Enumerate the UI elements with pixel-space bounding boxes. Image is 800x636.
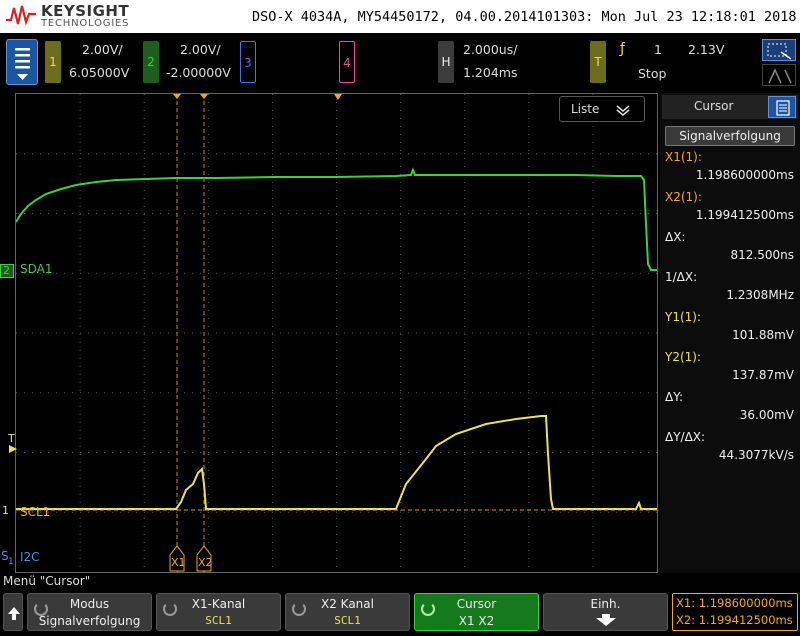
softkey-cursor[interactable]: Cursor X1 X2	[414, 593, 539, 631]
cursor-row-value: 1.199412500ms	[695, 208, 794, 222]
cursor-row-value: 36.00mV	[739, 408, 794, 422]
acquisition-status: Stop	[638, 66, 667, 81]
trigger-level-arrow-icon	[9, 445, 17, 453]
channel-2-number: 2	[147, 55, 155, 69]
arrow-down-icon	[596, 614, 616, 626]
channel-1-scale: 2.00V/	[82, 42, 123, 57]
arrow-up-icon	[8, 607, 20, 620]
draw-tool-icon[interactable]	[762, 64, 796, 86]
channel-3-button[interactable]: 3	[240, 41, 256, 83]
cursor-panel-title: Cursor	[694, 99, 734, 113]
trigger-button[interactable]: T	[590, 41, 606, 83]
trigger-level-marker[interactable]: T	[5, 432, 17, 454]
keysight-logo-icon	[6, 5, 36, 26]
trigger-position-marker	[334, 94, 342, 100]
softkey-cursor-label: Cursor	[456, 597, 497, 611]
softkey-x1-channel[interactable]: X1-Kanal SCL1	[156, 593, 281, 631]
title-bar: KEYSIGHT TECHNOLOGIES DSO-X 4034A, MY544…	[0, 0, 800, 33]
cursor-panel: Cursor Signalverfolgung X1(1): 1.19860000…	[660, 93, 800, 573]
menu-icon	[15, 48, 30, 80]
zoom-box-icon[interactable]	[762, 39, 796, 61]
instrument-title: DSO-X 4034A, MY54450172, 04.00.201410130…	[252, 9, 797, 25]
softkey-mode-value: Signalverfolgung	[38, 614, 141, 628]
cursor-row-label: ΔX:	[665, 230, 686, 244]
menu-title: Menü "Cursor"	[3, 574, 91, 588]
softkey-x1-channel-label: X1-Kanal	[191, 597, 246, 611]
channel-2-scale: 2.00V/	[180, 42, 221, 57]
trigger-edge-icon: ƒ	[620, 41, 625, 57]
horizontal-key: H	[441, 55, 451, 69]
softkey-cursor-value: X1 X2	[458, 614, 495, 628]
cursor-row-value: 1.2308MHz	[726, 288, 794, 302]
x1-top-marker	[173, 94, 181, 99]
readout-x1: X1: 1.198600000ms	[676, 596, 793, 610]
channel-4-button[interactable]: 4	[339, 41, 355, 83]
waveform-display[interactable]: X1 X2 Liste SDA1 SCL1 I2C	[15, 93, 658, 573]
cursor-row-label: X2(1):	[665, 190, 702, 204]
x2-top-marker	[200, 94, 208, 99]
cursor-row-value: 44.3077kV/s	[718, 448, 794, 462]
scl-label: SCL1	[20, 505, 51, 519]
channel-2-offset: -2.00000V	[166, 65, 231, 80]
channel-1-offset: 6.05000V	[69, 65, 130, 80]
horizontal-scale: 2.000us/	[463, 42, 518, 57]
serial-bus-marker[interactable]: S 1	[1, 549, 15, 567]
cursor-mode-button[interactable]: Signalverfolgung	[665, 126, 795, 146]
readout-x2: X2: 1.199412500ms	[676, 613, 793, 627]
back-button[interactable]	[3, 593, 23, 631]
softkey-menu: Menü "Cursor" Modus Signalverfolgung X1-…	[0, 573, 800, 632]
brand-subtitle: TECHNOLOGIES	[41, 18, 130, 29]
list-button[interactable]: Liste	[559, 96, 645, 122]
softkey-x2-channel-label: X2 Kanal	[321, 597, 374, 611]
channel-1-marker[interactable]: 1	[0, 504, 14, 519]
x1-tag-label: X1	[171, 556, 186, 569]
x2-tag-label: X2	[198, 556, 213, 569]
cursor-row-label: X1(1):	[665, 150, 702, 164]
cursor-row-label: 1/ΔX:	[665, 270, 698, 284]
channel-2-marker-label: 2	[3, 264, 10, 277]
softkey-mode-label: Modus	[69, 597, 110, 611]
softkey-mode[interactable]: Modus Signalverfolgung	[27, 593, 152, 631]
sda-label: SDA1	[20, 262, 53, 276]
channel-1-number: 1	[49, 55, 57, 69]
channel-4-number: 4	[343, 56, 351, 70]
cursor-row-label: Y2(1):	[665, 350, 702, 364]
panel-list-icon[interactable]	[768, 96, 796, 118]
cursor-row-label: Y1(1):	[665, 310, 702, 324]
cursor-row-value: 812.500ns	[730, 248, 794, 262]
horizontal-delay: 1.204ms	[463, 65, 518, 80]
cursor-row-value: 137.87mV	[732, 368, 794, 382]
trigger-key: T	[594, 55, 602, 69]
channel-1-marker-label: 1	[2, 504, 9, 517]
cursor-row-value: 1.198600000ms	[695, 168, 794, 182]
softkey-units-label: Einh.	[590, 597, 621, 611]
status-bar: 1 2.00V/ 6.05000V 2 2.00V/ -2.00000V 3 4…	[0, 33, 800, 92]
softkey-units[interactable]: Einh.	[543, 593, 668, 631]
list-button-label: Liste	[571, 102, 600, 116]
chevron-down-icon	[616, 105, 630, 116]
softkey-x2-channel[interactable]: X2 Kanal SCL1	[285, 593, 410, 631]
waveform-grid	[16, 94, 657, 572]
cursor-row-label: ΔY/ΔX:	[665, 430, 706, 444]
trigger-level-label: T	[8, 432, 15, 445]
serial-bus-number: 1	[8, 557, 14, 567]
channel-3-number: 3	[244, 56, 252, 70]
main-menu-button[interactable]	[6, 39, 38, 85]
channel-2-button[interactable]: 2	[143, 41, 159, 83]
cursor-mode-label: Signalverfolgung	[679, 129, 781, 143]
serial-decode-label: I2C	[20, 550, 40, 564]
horizontal-button[interactable]: H	[438, 41, 454, 83]
cursor-row-value: 101.88mV	[732, 328, 794, 342]
trigger-source: 1	[654, 42, 662, 57]
channel-1-button[interactable]: 1	[45, 41, 61, 83]
cursor-readout-box: X1: 1.198600000ms X2: 1.199412500ms	[672, 593, 798, 631]
channel-2-marker[interactable]: 2	[0, 264, 14, 278]
cursor-row-label: ΔY:	[665, 390, 683, 404]
trigger-level: 2.13V	[688, 42, 725, 57]
softkey-x2-channel-value: SCL1	[334, 614, 361, 627]
cursor-panel-header: Cursor	[662, 95, 798, 119]
softkey-x1-channel-value: SCL1	[205, 614, 232, 627]
